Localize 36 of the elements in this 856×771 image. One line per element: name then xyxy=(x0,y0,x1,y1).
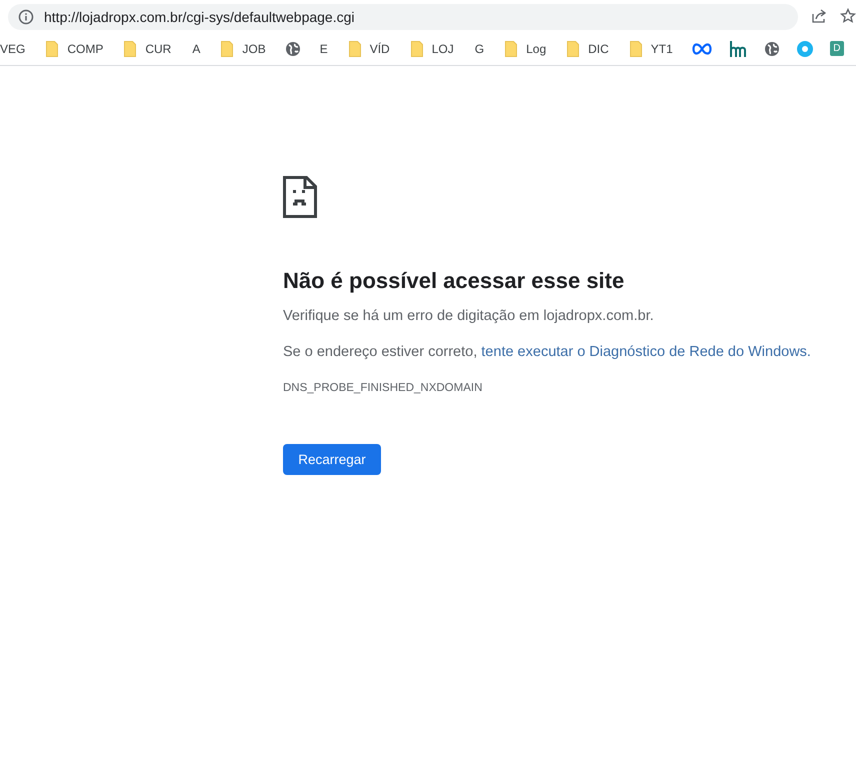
share-icon[interactable] xyxy=(810,7,828,25)
bookmark[interactable]: G xyxy=(472,42,486,56)
bookmark-folder[interactable]: YT1 xyxy=(628,40,675,56)
bookmark-folder[interactable]: DIC xyxy=(565,40,611,56)
error-title: Não é possível acessar esse site xyxy=(283,268,626,294)
url-text: http://lojadropx.com.br/cgi-sys/defaultwebpage.cgi xyxy=(44,9,354,25)
sad-page-icon xyxy=(283,176,317,218)
globe-icon[interactable] xyxy=(284,40,301,56)
bookmark-folder[interactable]: VÍD xyxy=(346,40,392,56)
reload-button[interactable]: Recarregar xyxy=(283,444,381,475)
bookmark-folder[interactable]: JOB xyxy=(219,40,268,56)
bookmark-folder[interactable]: COMP xyxy=(44,40,106,56)
folder-icon xyxy=(221,40,234,56)
bookmark-folder[interactable]: CUR xyxy=(122,40,174,56)
folder-icon xyxy=(505,40,518,56)
bookmark-folder[interactable]: Log xyxy=(503,40,548,56)
address-bar[interactable]: http://lojadropx.com.br/cgi-sys/defaultwebpage.cgi xyxy=(8,4,798,30)
bookmark-folder[interactable]: LOJ xyxy=(408,40,456,56)
folder-icon xyxy=(567,40,580,56)
folder-icon xyxy=(630,40,642,56)
folder-icon xyxy=(46,40,58,56)
globe-icon[interactable] xyxy=(764,40,780,56)
star-icon[interactable] xyxy=(840,8,856,24)
error-code: DNS_PROBE_FINISHED_NXDOMAIN xyxy=(283,382,484,394)
diagnostics-link[interactable]: tente executar o Diagnóstico de Rede do Windows. xyxy=(481,344,811,360)
bookmark[interactable]: E xyxy=(318,42,330,56)
folder-icon xyxy=(124,40,136,56)
hm-logo-icon[interactable] xyxy=(728,40,747,56)
folder-icon xyxy=(410,40,423,56)
bookmark[interactable]: A xyxy=(190,42,202,56)
hint-text: Se o endereço estiver correto, xyxy=(283,344,478,360)
info-icon[interactable] xyxy=(18,9,34,25)
error-message: Verifique se há um erro de digitação em lojadropx.com.br. xyxy=(283,308,655,324)
bookmark[interactable]: VEG xyxy=(0,42,28,56)
folder-icon xyxy=(348,40,361,56)
infinity-icon[interactable] xyxy=(692,42,712,54)
